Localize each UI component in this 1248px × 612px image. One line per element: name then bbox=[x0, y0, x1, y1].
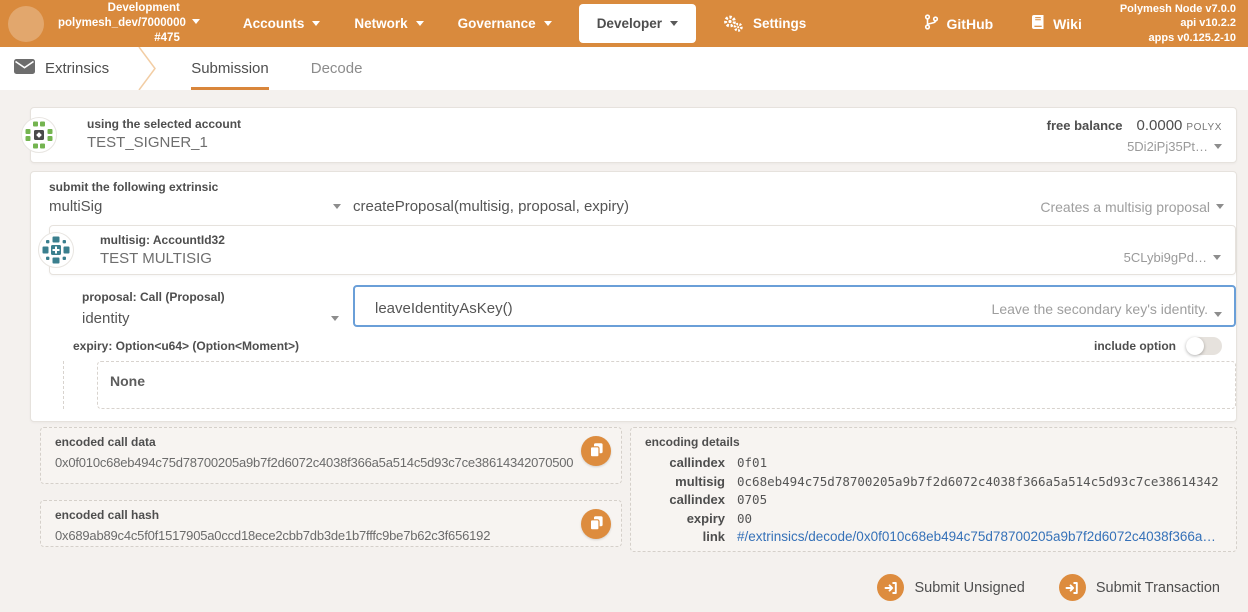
multisig-address-dropdown[interactable]: 5CLybi9gPd… bbox=[1124, 250, 1221, 265]
include-option-label: include option bbox=[1094, 339, 1176, 353]
encoded-call-data-label: encoded call data bbox=[55, 435, 607, 449]
submit-unsigned-button[interactable]: Submit Unsigned bbox=[877, 574, 1024, 601]
app-title-extrinsics: Extrinsics bbox=[14, 47, 109, 90]
encoding-details-label: encoding details bbox=[645, 435, 1222, 449]
method-hint: Creates a multisig proposal bbox=[1040, 199, 1210, 215]
menu-governance[interactable]: Governance bbox=[441, 0, 569, 47]
chevron-down-icon bbox=[670, 21, 678, 26]
chain-name: Development bbox=[108, 1, 180, 16]
top-nav-bar: Development polymesh_dev/7000000 #475 Ac… bbox=[0, 0, 1248, 47]
proposal-method-select[interactable]: leaveIdentityAsKey() Leave the secondary… bbox=[353, 285, 1236, 327]
breadcrumb-chevron bbox=[137, 47, 159, 90]
sign-in-icon bbox=[1059, 574, 1086, 601]
chain-block-number: #475 bbox=[154, 31, 180, 46]
chevron-down-icon bbox=[333, 204, 341, 209]
encoded-call-data-value: 0x0f010c68eb494c75d78700205a9b7f2d6072c4… bbox=[55, 454, 607, 472]
decode-link[interactable]: #/extrinsics/decode/0x0f010c68eb494c75d7… bbox=[737, 528, 1216, 547]
extrinsics-mail-icon bbox=[14, 59, 35, 78]
encoded-output-section: encoded call data 0x0f010c68eb494c75d787… bbox=[40, 427, 1237, 552]
account-card: using the selected account TEST_SIGNER_1… bbox=[30, 107, 1237, 163]
multisig-param-label: multisig: AccountId32 bbox=[100, 233, 1221, 247]
encoding-row: multisig 0c68eb494c75d78700205a9b7f2d607… bbox=[645, 473, 1222, 492]
chevron-down-icon bbox=[192, 19, 200, 24]
chevron-down-icon bbox=[312, 21, 320, 26]
api-version: api v10.2.2 bbox=[1120, 16, 1236, 30]
proposal-pallet-select[interactable]: identity bbox=[82, 310, 353, 327]
chevron-down-icon bbox=[544, 21, 552, 26]
toggle-knob bbox=[1186, 337, 1204, 355]
tab-submission[interactable]: Submission bbox=[191, 47, 269, 90]
tab-bar: Extrinsics Submission Decode bbox=[0, 47, 1248, 90]
version-info: Polymesh Node v7.0.0 api v10.2.2 apps v0… bbox=[1120, 2, 1240, 45]
wiki-link[interactable]: Wiki bbox=[1019, 14, 1094, 33]
chevron-down-icon bbox=[416, 21, 424, 26]
chain-logo bbox=[8, 6, 44, 42]
proposal-param-row: proposal: Call (Proposal) identity leave… bbox=[82, 285, 1236, 327]
node-version: Polymesh Node v7.0.0 bbox=[1120, 2, 1236, 16]
chevron-down-icon bbox=[1213, 255, 1221, 260]
menu-settings[interactable]: Settings bbox=[706, 0, 823, 47]
encoding-row: callindex 0705 bbox=[645, 491, 1222, 510]
free-balance: free balance0.0000POLYX bbox=[1047, 117, 1222, 134]
chain-selector[interactable]: Development polymesh_dev/7000000 #475 bbox=[8, 1, 200, 45]
encoded-call-hash-value: 0x689ab89c4c5f0f1517905a0ccd18ece2cbb7db… bbox=[55, 527, 607, 545]
multisig-account-name[interactable]: TEST MULTISIG bbox=[100, 250, 1221, 267]
encoding-details-box: encoding details callindex 0f01 multisig… bbox=[630, 427, 1237, 552]
chevron-down-icon bbox=[1216, 204, 1224, 209]
expiry-param-row: expiry: Option<u64> (Option<Moment>) inc… bbox=[73, 337, 1222, 355]
proposal-method-hint: Leave the secondary key's identity. bbox=[992, 301, 1208, 317]
pallet-select[interactable]: multiSig bbox=[49, 198, 353, 215]
expiry-none-value: None bbox=[97, 361, 1236, 409]
encoding-row: expiry 00 bbox=[645, 510, 1222, 529]
include-option-toggle[interactable] bbox=[1186, 337, 1222, 355]
encoded-call-hash-label: encoded call hash bbox=[55, 508, 607, 522]
multisig-identicon[interactable] bbox=[38, 232, 74, 268]
tab-decode[interactable]: Decode bbox=[311, 47, 363, 90]
menu-accounts[interactable]: Accounts bbox=[226, 0, 338, 47]
chain-network: polymesh_dev/7000000 bbox=[58, 17, 186, 29]
extrinsic-label: submit the following extrinsic bbox=[49, 180, 1236, 194]
copy-icon bbox=[589, 442, 604, 461]
git-branch-icon bbox=[924, 14, 939, 33]
gear-icon bbox=[723, 14, 744, 33]
chevron-down-icon bbox=[1214, 144, 1222, 149]
book-icon bbox=[1031, 14, 1045, 33]
encoded-call-hash-box: encoded call hash 0x689ab89c4c5f0f151790… bbox=[40, 500, 622, 547]
chevron-down-icon bbox=[331, 316, 339, 321]
encoding-row-link: link #/extrinsics/decode/0x0f010c68eb494… bbox=[645, 528, 1222, 547]
github-link[interactable]: GitHub bbox=[912, 14, 1006, 33]
copy-call-data-button[interactable] bbox=[581, 436, 611, 466]
extrinsic-card: submit the following extrinsic multiSig … bbox=[30, 171, 1237, 422]
chevron-down-icon bbox=[1214, 312, 1222, 317]
copy-call-hash-button[interactable] bbox=[581, 509, 611, 539]
expiry-param-label: expiry: Option<u64> (Option<Moment>) bbox=[73, 339, 299, 353]
polkadot-apps-extrinsics-page: Development polymesh_dev/7000000 #475 Ac… bbox=[0, 0, 1248, 612]
submit-transaction-button[interactable]: Submit Transaction bbox=[1059, 574, 1220, 601]
multisig-param-card: multisig: AccountId32 TEST MULTISIG 5CLy… bbox=[49, 225, 1236, 275]
encoding-row: callindex 0f01 bbox=[645, 454, 1222, 473]
submit-actions: Submit Unsigned Submit Transaction bbox=[0, 574, 1220, 601]
method-select[interactable]: createProposal(multisig, proposal, expir… bbox=[353, 198, 1236, 215]
menu-developer[interactable]: Developer bbox=[579, 4, 696, 43]
sign-in-icon bbox=[877, 574, 904, 601]
apps-version: apps v0.125.2-10 bbox=[1120, 31, 1236, 45]
main-menu: Accounts Network Governance Developer Se… bbox=[226, 0, 823, 47]
copy-icon bbox=[589, 515, 604, 534]
account-address-dropdown[interactable]: 5Di2iPj35Pt… bbox=[1047, 139, 1222, 154]
app-title-label: Extrinsics bbox=[45, 60, 109, 77]
account-identicon[interactable] bbox=[21, 117, 57, 153]
proposal-param-label: proposal: Call (Proposal) bbox=[82, 290, 353, 304]
menu-network[interactable]: Network bbox=[337, 0, 440, 47]
encoded-call-data-box: encoded call data 0x0f010c68eb494c75d787… bbox=[40, 427, 622, 484]
